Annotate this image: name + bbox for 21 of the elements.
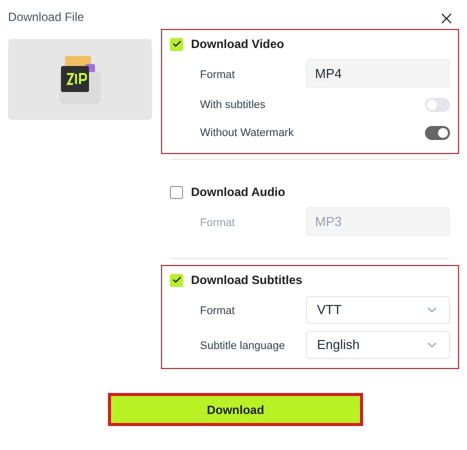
check-icon	[172, 275, 182, 285]
dropdown-select[interactable]: English	[306, 330, 450, 358]
checkbox[interactable]	[170, 274, 183, 286]
option-label: Format	[200, 68, 235, 80]
option-label: Format	[200, 304, 235, 316]
toggle-switch[interactable]	[425, 98, 450, 112]
section-title: Download Audio	[191, 184, 286, 201]
checkbox[interactable]	[170, 38, 183, 50]
section-title: Download Video	[191, 36, 284, 53]
download-button[interactable]: Download	[108, 393, 363, 426]
format-field[interactable]: MP4	[306, 59, 450, 88]
option-label: Without Watermark	[200, 126, 294, 141]
check-icon	[172, 39, 182, 49]
option-label: Format	[200, 216, 235, 228]
dialog-title: Download File	[8, 9, 86, 26]
option-label: With subtitles	[200, 98, 266, 113]
option-label: Subtitle language	[200, 340, 286, 352]
checkbox[interactable]	[170, 186, 183, 198]
toggle-switch[interactable]	[425, 126, 450, 140]
dropdown-select[interactable]: VTT	[306, 296, 450, 324]
section-title: Download Subtitles	[191, 272, 302, 289]
